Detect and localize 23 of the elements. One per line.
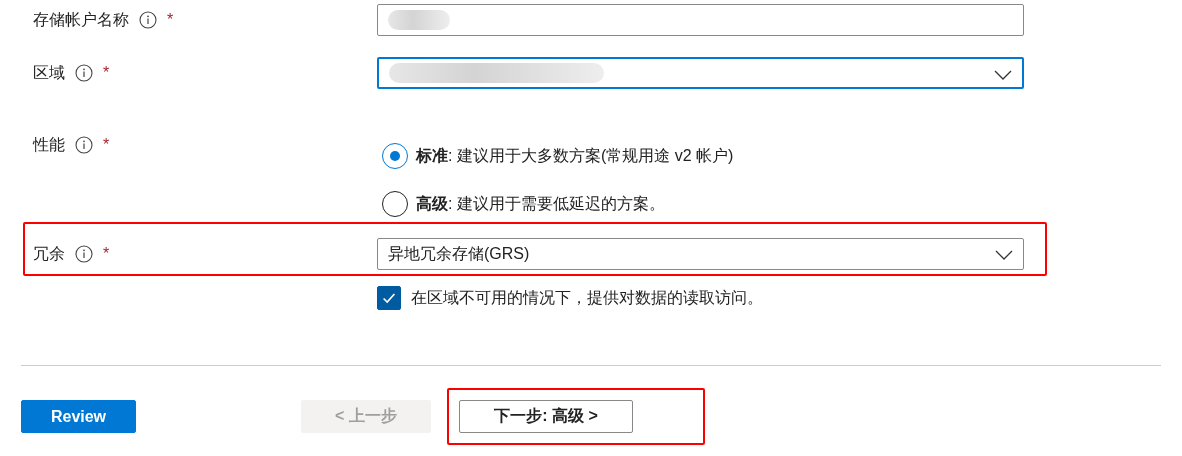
- dropdown[interactable]: 异地冗余存储(GRS): [377, 238, 1024, 270]
- field-label: 存储帐户名称: [33, 9, 129, 30]
- chevron-down-icon: [995, 250, 1013, 260]
- info-icon[interactable]: [75, 64, 93, 82]
- required-asterisk: *: [167, 11, 174, 29]
- nav-button[interactable]: 下一步: 高级 >: [459, 400, 633, 433]
- checkbox[interactable]: [377, 286, 401, 310]
- field-label: 区域: [33, 62, 65, 83]
- chevron-down-icon: [994, 70, 1012, 80]
- required-asterisk: *: [103, 245, 110, 263]
- info-icon[interactable]: [139, 11, 157, 29]
- field-label: 冗余: [33, 243, 65, 264]
- checkbox-label: 在区域不可用的情况下，提供对数据的读取访问。: [411, 287, 763, 308]
- required-asterisk: *: [103, 136, 110, 154]
- dropdown[interactable]: [377, 57, 1024, 89]
- info-icon[interactable]: [75, 245, 93, 263]
- info-icon[interactable]: [75, 136, 93, 154]
- radio-label: 标准: 建议用于大多数方案(常规用途 v2 帐户): [416, 145, 734, 166]
- radio-label: 高级: 建议用于需要低延迟的方案。: [416, 193, 665, 214]
- review-button[interactable]: Review: [21, 400, 136, 433]
- required-asterisk: *: [103, 64, 110, 82]
- input-field[interactable]: [377, 4, 1024, 36]
- field-label: 性能: [33, 134, 65, 155]
